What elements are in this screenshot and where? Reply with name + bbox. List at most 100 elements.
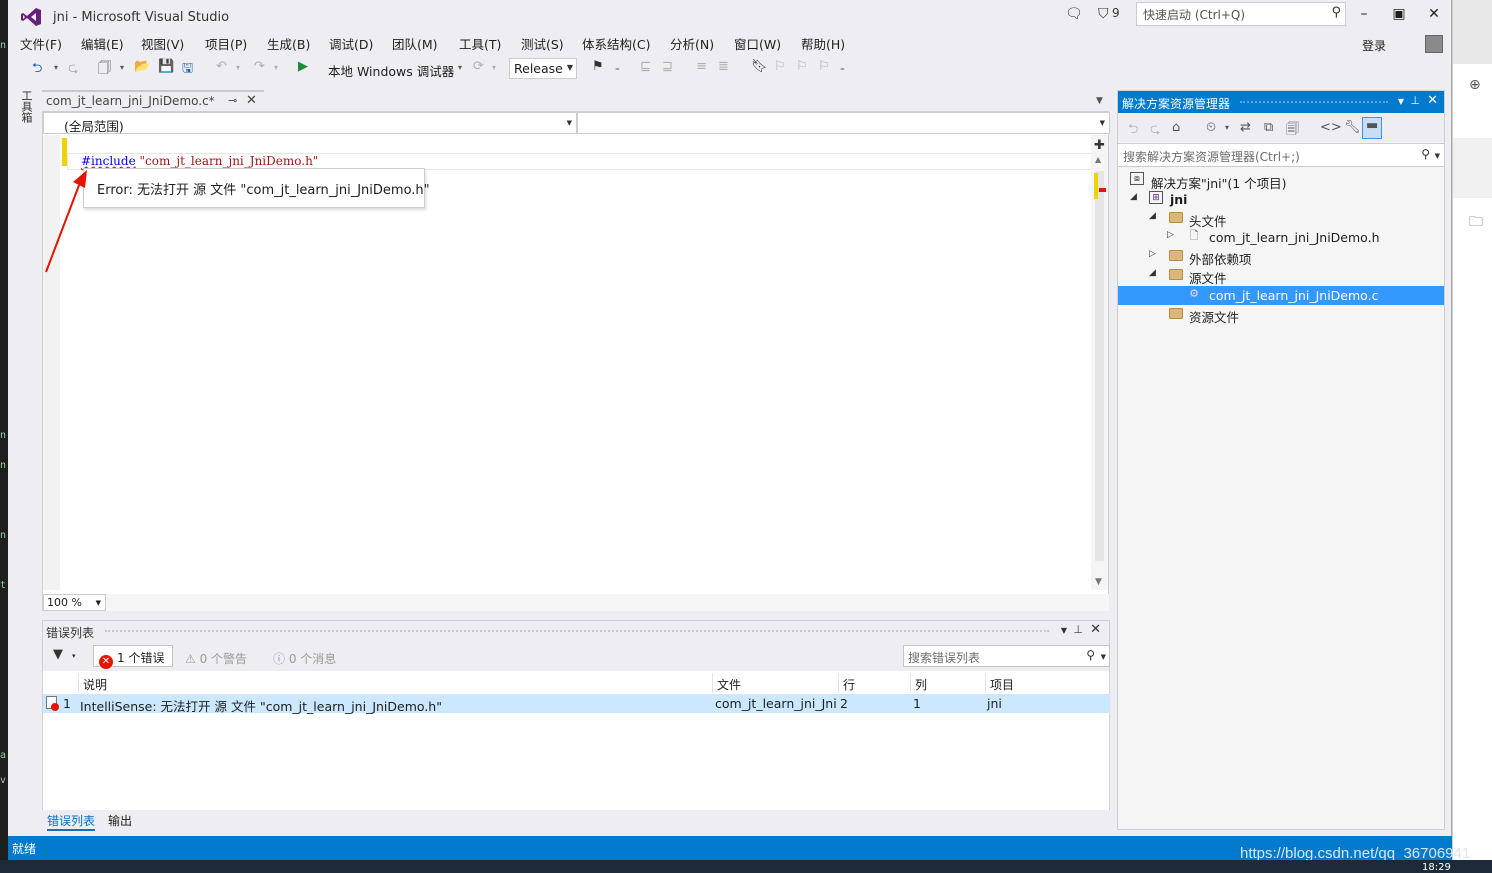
warnings-filter-button[interactable]: ⚠ 0 个警告 [185,650,247,667]
save-all-icon[interactable]: 🖫 [182,59,193,81]
dropdown-arrow-icon[interactable]: ▾ [236,63,240,72]
feedback-icon[interactable]: 🗨 [1065,6,1083,22]
preview-selected-icon[interactable]: ▬ [1362,117,1383,139]
dropdown-arrow-icon[interactable]: ▾ [458,63,462,72]
menu-team[interactable]: 团队(M) [392,34,438,53]
menu-build[interactable]: 生成(B) [267,34,310,53]
tab-output[interactable]: 输出 [108,812,132,829]
document-tab[interactable]: com_jt_learn_jni_JniDemo.c* ⊸ ✕ [42,90,264,110]
dropdown-arrow-icon[interactable]: ▾ [492,63,496,72]
tree-item-header-file[interactable]: ▷ 🗋 com_jt_learn_jni_JniDemo.h [1118,228,1444,247]
zoom-dropdown[interactable]: 100 % ▼ [43,594,106,611]
quick-launch-input[interactable]: 快速启动 (Ctrl+Q) ⚲ [1136,2,1346,26]
close-tab-icon[interactable]: ✕ [246,93,257,108]
history-icon[interactable]: ⏲ [1206,120,1216,135]
column-line[interactable]: 行 [838,673,910,693]
view-code-icon[interactable]: <> [1320,120,1342,135]
menu-debug[interactable]: 调试(D) [329,34,373,53]
dropdown-arrow-icon[interactable]: ▾ [72,652,76,660]
toolbox-tab[interactable]: 工具箱 [18,90,34,130]
close-button[interactable]: ✕ [1422,6,1446,22]
scroll-thumb[interactable] [1095,171,1104,561]
menu-file[interactable]: 文件(F) [20,34,62,53]
debugger-target-button[interactable]: 本地 Windows 调试器 [328,61,454,80]
dropdown-arrow-icon[interactable]: ▾ [274,63,278,72]
close-panel-icon[interactable]: ✕ [1090,622,1101,637]
clear-bookmarks-icon[interactable]: ⚐ [818,59,830,74]
menu-project[interactable]: 项目(P) [205,34,247,53]
pin-icon[interactable]: ⊥ [1073,623,1083,636]
uncomment-icon[interactable]: ≣ [718,59,729,74]
horizontal-scrollbar[interactable] [106,594,1109,611]
solution-configuration-select[interactable]: Release ▼ [509,58,577,79]
menu-window[interactable]: 窗口(W) [734,34,781,53]
expanded-arrow-icon[interactable]: ◢ [1149,211,1156,221]
menu-analyze[interactable]: 分析(N) [670,34,714,53]
forward-icon[interactable]: ⮎ [68,59,78,81]
menu-view[interactable]: 视图(V) [141,34,184,53]
show-all-files-icon[interactable]: 🗐 [1286,120,1299,142]
avatar-icon[interactable] [1425,35,1443,53]
tree-item-external-dependencies[interactable]: ▷ 外部依赖项 [1118,247,1444,267]
split-window-icon[interactable]: ✚ [1094,138,1105,153]
notification-count[interactable]: 9 [1112,6,1120,20]
tree-item-header-files[interactable]: ◢ 头文件 [1118,209,1444,229]
tree-item-source-file[interactable]: ⚙ com_jt_learn_jni_JniDemo.c [1118,286,1444,305]
column-project[interactable]: 项目 [985,673,1110,693]
toolbar-overflow-icon[interactable]: ₌ [840,64,845,74]
scroll-down-icon[interactable]: ▼ [1095,577,1102,587]
previous-bookmark-icon[interactable]: ⚐ [774,59,786,74]
start-debugging-icon[interactable]: ▶ [298,59,308,74]
tree-item-project[interactable]: ◢ ⊞ jni [1118,190,1444,209]
tab-overflow-icon[interactable]: ▼ [1096,96,1103,106]
dropdown-arrow-icon[interactable]: ▾ [54,63,58,72]
table-row[interactable]: 1 IntelliSense: 无法打开 源 文件 "com_jt_learn_… [43,694,1110,714]
column-description[interactable]: 说明 [78,673,712,693]
toolbar-overflow-icon[interactable]: ₌ [615,64,620,74]
menu-tools[interactable]: 工具(T) [459,34,501,53]
comment-icon[interactable]: ≡ [696,59,707,74]
redo-icon[interactable]: ↷ [254,59,265,74]
close-panel-icon[interactable]: ✕ [1427,93,1438,108]
menu-edit[interactable]: 编辑(E) [81,34,124,53]
forward-icon[interactable]: ⮎ [1150,120,1160,142]
messages-filter-button[interactable]: ⓘ 0 个消息 [273,650,336,667]
minimize-button[interactable]: – [1352,6,1376,22]
find-in-files-icon[interactable]: ⚑ [592,59,604,74]
code-line-1[interactable]: #include "com_jt_learn_jni_JniDemo.h" [81,154,318,168]
column-file[interactable]: 文件 [712,673,838,693]
expanded-arrow-icon[interactable]: ◢ [1149,268,1156,278]
menu-test[interactable]: 测试(S) [521,34,564,53]
pin-icon[interactable]: ⊸ [228,94,237,107]
errors-filter-button[interactable]: ✕ 1 个错误 [93,645,173,669]
member-dropdown[interactable]: ▼ [577,112,1110,134]
tab-error-list[interactable]: 错误列表 [47,812,96,831]
collapsed-arrow-icon[interactable]: ▷ [1149,249,1156,259]
dropdown-arrow-icon[interactable]: ▾ [1225,123,1229,132]
bookmark-icon[interactable]: 🔖︎ [751,59,768,74]
scroll-up-icon[interactable]: ▲ [1095,155,1101,164]
code-editor[interactable]: (全局范围) ▼ ▼ #include "com_jt_learn_jni_Jn… [42,111,1110,611]
back-icon[interactable]: ⮌ [1128,120,1138,142]
tree-item-source-files[interactable]: ◢ 源文件 [1118,266,1444,286]
undo-icon[interactable]: ↶ [216,59,227,74]
menu-help[interactable]: 帮助(H) [801,34,845,53]
expanded-arrow-icon[interactable]: ◢ [1130,192,1137,202]
home-icon[interactable]: ⌂ [1172,120,1180,135]
align-left-icon[interactable]: ⊑ [640,59,651,74]
open-file-icon[interactable]: 📂 [134,59,150,74]
pin-icon[interactable]: ⊥ [1410,94,1420,107]
menu-architecture[interactable]: 体系结构(C) [582,34,650,53]
maximize-button[interactable]: ▣ [1387,6,1411,22]
collapse-all-icon[interactable]: ⧉ [1264,120,1273,135]
properties-wrench-icon[interactable]: 🔧︎ [1344,120,1361,135]
align-right-icon[interactable]: ⊒ [662,59,673,74]
collapsed-arrow-icon[interactable]: ▷ [1167,230,1174,240]
sync-icon[interactable]: ⇄ [1240,120,1251,135]
new-project-icon[interactable]: 🗍 [98,59,111,81]
error-search-input[interactable]: 搜索错误列表 ⚲ ▼ [903,645,1110,667]
notification-flag-icon[interactable]: ⛉ [1098,6,1109,22]
column-column[interactable]: 列 [910,673,985,693]
vertical-scrollbar[interactable]: ✚ ▲ ▼ [1091,135,1108,590]
solution-search-input[interactable]: 搜索解决方案资源管理器(Ctrl+;) ⚲ ▼ [1118,143,1444,167]
